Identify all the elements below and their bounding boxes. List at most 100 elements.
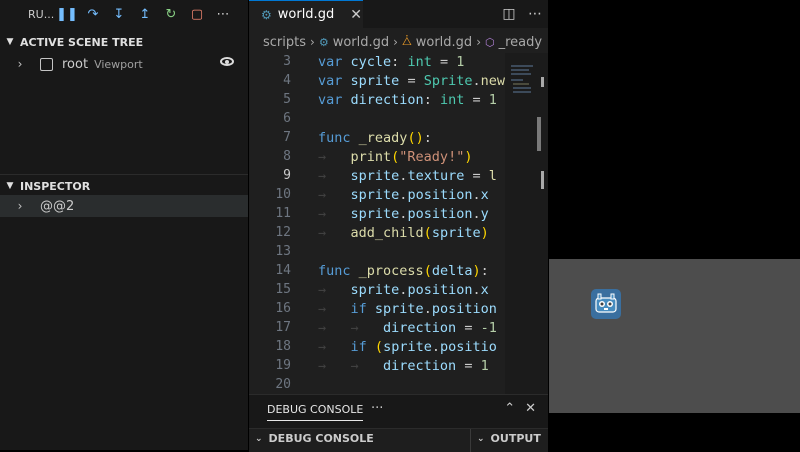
eye-pupil xyxy=(225,60,229,64)
line-number: 7 xyxy=(283,130,291,145)
chevron-down-icon: ⌄ xyxy=(255,433,263,444)
section-label: DEBUG CONSOLE xyxy=(268,432,374,445)
line-number: 8 xyxy=(283,149,291,164)
run-config-label[interactable]: RU... xyxy=(28,8,54,21)
class-icon: ⧊ xyxy=(401,35,412,48)
breadcrumb-item[interactable]: world.gd xyxy=(416,35,472,50)
code-area[interactable]: 3 var cycle: int = 1 4 var sprite = Sprite.… xyxy=(249,53,505,394)
code-line[interactable]: → print("Ready!") xyxy=(318,149,472,165)
tab-label: world.gd xyxy=(277,7,335,22)
code-line[interactable]: → sprite.position.y xyxy=(318,206,489,222)
panel-sections: ⌄ DEBUG CONSOLE ⌄ OUTPUT xyxy=(249,428,548,452)
restart-icon[interactable]: ↻ xyxy=(158,7,184,22)
step-out-icon[interactable]: ↥ xyxy=(132,7,158,22)
inspector-title: INSPECTOR xyxy=(20,179,91,193)
line-number: 3 xyxy=(283,54,291,69)
eye-icon[interactable] xyxy=(220,57,234,66)
line-number: 13 xyxy=(275,244,291,259)
line-number: 18 xyxy=(275,339,291,354)
line-number: 15 xyxy=(275,282,291,297)
line-number: 12 xyxy=(275,225,291,240)
chevron-right-icon: › xyxy=(393,35,398,49)
chevron-down-icon: ▼ xyxy=(6,181,14,191)
debug-console-section-header[interactable]: ⌄ DEBUG CONSOLE xyxy=(255,432,374,445)
node-icon xyxy=(40,57,53,71)
tab-debug-console[interactable]: DEBUG CONSOLE xyxy=(267,403,364,421)
minimap-line xyxy=(513,87,531,89)
breadcrumb: scripts › ⚙ world.gd › ⧊ world.gd › ⬡ _r… xyxy=(249,32,548,52)
scene-tree-title: ACTIVE SCENE TREE xyxy=(20,35,144,49)
code-line[interactable]: → sprite.position.x xyxy=(318,187,489,203)
code-line[interactable]: → → direction = -1 xyxy=(318,320,497,336)
more-icon[interactable]: ⋯ xyxy=(210,7,236,22)
close-icon[interactable]: ✕ xyxy=(525,401,536,416)
node-name: root xyxy=(62,56,89,72)
stop-icon[interactable]: ▢ xyxy=(184,7,210,22)
chevron-down-icon: ▼ xyxy=(6,37,14,47)
debug-toolbar: RU... ❚❚ ↷ ↧ ↥ ↻ ▢ ⋯ xyxy=(0,0,248,28)
chevron-right-icon: › xyxy=(17,199,23,213)
code-line[interactable]: → sprite.texture = l xyxy=(318,168,497,184)
breadcrumb-item[interactable]: _ready xyxy=(499,35,542,50)
step-over-icon[interactable]: ↷ xyxy=(80,7,106,22)
minimap-line xyxy=(511,65,533,67)
breadcrumb-item[interactable]: world.gd xyxy=(333,35,389,50)
bottom-panel: DEBUG CONSOLE ··· ⌃ ✕ ⌄ DEBUG CONSOLE ⌄ … xyxy=(249,394,548,452)
godot-file-icon: ⚙ xyxy=(261,7,272,22)
line-number: 6 xyxy=(283,111,291,126)
split-editor-icon[interactable]: ◫ xyxy=(496,6,522,22)
code-line[interactable]: var cycle: int = 1 xyxy=(318,54,464,70)
more-icon[interactable]: ··· xyxy=(371,401,383,416)
debug-sidebar: RU... ❚❚ ↷ ↧ ↥ ↻ ▢ ⋯ ▼ ACTIVE SCENE TREE… xyxy=(0,0,248,450)
line-number: 19 xyxy=(275,358,291,373)
section-divider xyxy=(470,429,471,452)
code-line[interactable]: func _process(delta): xyxy=(318,263,489,279)
scene-tree-header[interactable]: ▼ ACTIVE SCENE TREE xyxy=(0,31,248,53)
more-icon[interactable]: ⋯ xyxy=(522,6,548,22)
chevron-up-icon[interactable]: ⌃ xyxy=(504,401,515,416)
code-line[interactable]: → add_child(sprite) xyxy=(318,225,489,241)
godot-logo-icon xyxy=(595,293,617,313)
line-number: 5 xyxy=(283,92,291,107)
pause-icon[interactable]: ❚❚ xyxy=(54,7,80,22)
code-line[interactable]: func _ready(): xyxy=(318,130,432,146)
close-icon[interactable]: ✕ xyxy=(350,7,362,23)
minimap-line xyxy=(511,69,529,71)
minimap-line xyxy=(511,73,531,75)
line-number: 20 xyxy=(275,377,291,392)
editor-tab-world-gd[interactable]: ⚙ world.gd ✕ xyxy=(249,0,363,28)
line-number: 14 xyxy=(275,263,291,278)
step-into-icon[interactable]: ↧ xyxy=(106,7,132,22)
code-line[interactable]: → → direction = 1 xyxy=(318,358,489,374)
code-line[interactable]: → sprite.position.x xyxy=(318,282,489,298)
breadcrumb-item[interactable]: scripts xyxy=(263,35,306,50)
editor-actions: ◫ ⋯ xyxy=(496,0,548,28)
minimap-scroll-marker xyxy=(541,77,544,87)
game-window[interactable] xyxy=(549,259,800,413)
code-line[interactable]: → if (sprite.positio xyxy=(318,339,497,355)
minimap-line xyxy=(513,91,531,93)
scene-tree-item-root[interactable]: › root Viewport xyxy=(0,53,248,75)
code-editor: ⚙ world.gd ✕ ◫ ⋯ scripts › ⚙ world.gd › … xyxy=(249,0,548,394)
code-line[interactable]: var sprite = Sprite.new xyxy=(318,73,505,89)
chevron-right-icon: › xyxy=(310,35,315,49)
inspector-header[interactable]: ▼ INSPECTOR xyxy=(0,174,248,197)
inspector-item-label: @@2 xyxy=(40,198,75,214)
minimap[interactable] xyxy=(505,53,548,394)
line-number: 17 xyxy=(275,320,291,335)
section-label: OUTPUT xyxy=(490,432,541,445)
node-type: Viewport xyxy=(94,57,143,71)
panel-actions: ⌃ ✕ xyxy=(504,401,536,416)
minimap-scroll-marker xyxy=(541,171,544,189)
inspector-item[interactable]: › @@2 xyxy=(0,195,248,217)
line-number: 11 xyxy=(275,206,291,221)
editor-tab-bar: ⚙ world.gd ✕ ◫ ⋯ xyxy=(249,0,548,28)
code-line[interactable]: var direction: int = 1 xyxy=(318,92,497,108)
line-number: 9 xyxy=(283,168,291,183)
code-line[interactable]: → if sprite.position xyxy=(318,301,497,317)
godot-sprite xyxy=(591,289,621,319)
output-section-header[interactable]: ⌄ OUTPUT xyxy=(477,432,541,445)
line-number: 16 xyxy=(275,301,291,316)
method-icon: ⬡ xyxy=(485,35,495,49)
line-number: 4 xyxy=(283,73,291,88)
